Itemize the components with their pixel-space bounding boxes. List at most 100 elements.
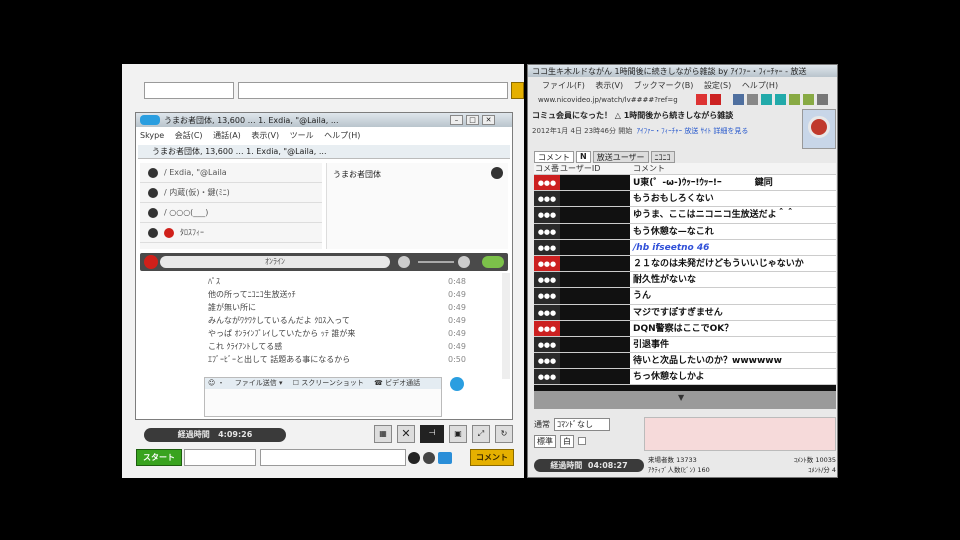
- participant-item[interactable]: / 内蔵(仮)・鍵(ﾐﾆ): [140, 183, 322, 203]
- screenshot-button[interactable]: ☐ スクリーンショット: [293, 378, 364, 388]
- comment-row[interactable]: ●●● ちっ休憩なしかよ: [534, 369, 836, 386]
- tab-comments[interactable]: コメント: [534, 151, 574, 163]
- send-icon[interactable]: [450, 377, 464, 391]
- mic-icon[interactable]: [398, 256, 410, 268]
- top-input-left[interactable]: [144, 82, 234, 99]
- chat-line: ﾊﾟｽ: [208, 277, 220, 286]
- share-icon[interactable]: [761, 94, 772, 105]
- emoticon-button[interactable]: ☺ ・: [208, 378, 225, 388]
- plug-icon[interactable]: ⊣: [420, 425, 444, 443]
- user-icon[interactable]: [408, 451, 420, 464]
- chat-lines: ﾊﾟｽ 他の所ってﾆｺﾆｺ生放送ｩﾁ 誰が無い所に みんながﾜｸﾜｸしているんだ…: [208, 275, 448, 366]
- camera-icon[interactable]: ▣: [449, 425, 467, 443]
- chat-line: 誰が無い所に: [208, 303, 256, 312]
- globe-icon[interactable]: [423, 451, 435, 464]
- broadcaster-link[interactable]: ｱｲﾌｧｰ・ﾌｨｰﾁｬｰ 放送 ｻｲﾄ 詳細を見る: [637, 127, 749, 135]
- record-icon[interactable]: [696, 94, 707, 105]
- window-close-icon[interactable]: ✕: [482, 115, 495, 125]
- menu-help[interactable]: ヘルプ(H): [324, 130, 360, 141]
- option-checkbox[interactable]: [578, 437, 586, 445]
- volume-slider[interactable]: [418, 261, 454, 263]
- close-icon[interactable]: ✕: [397, 425, 415, 443]
- group-icon[interactable]: [803, 94, 814, 105]
- comment-row[interactable]: ●●● DQN警察はここでOK？: [534, 320, 836, 337]
- bottom-input-right[interactable]: [260, 449, 406, 466]
- skype-tab[interactable]: うまお者団体, 13,600 … 1. Exdia, "@Laila, ...: [138, 145, 510, 159]
- video-call-button[interactable]: ☎ ビデオ通話: [374, 378, 420, 388]
- comment-row[interactable]: ●●● もう休憩な—なこれ: [534, 223, 836, 240]
- menu-icon[interactable]: [817, 94, 828, 105]
- menu-file[interactable]: ファイル(F): [542, 80, 585, 91]
- size-select[interactable]: 標準: [534, 434, 556, 448]
- call-status: ｵﾝﾗｲﾝ: [160, 256, 390, 268]
- menu-tools[interactable]: ツール: [290, 130, 314, 141]
- call-bar: ｵﾝﾗｲﾝ: [140, 253, 508, 271]
- tab-n[interactable]: N: [576, 151, 591, 163]
- expand-icon[interactable]: ⤢: [472, 425, 490, 443]
- comment-row[interactable]: ●●● ゆうま、ここはニコニコ生放送だよ＾＾: [534, 207, 836, 224]
- comment-row[interactable]: ●●● マジですぽすぎません: [534, 304, 836, 321]
- comment-button[interactable]: コメント: [470, 449, 514, 466]
- save-icon[interactable]: [733, 94, 744, 105]
- participant-item[interactable]: / ○○○(___): [140, 203, 322, 223]
- menu-call[interactable]: 通話(A): [213, 130, 241, 141]
- comment-row[interactable]: ●●● U東(゜-ω-)ｳｯｰ!ｳｯｰ!ｰ 鍵同: [534, 175, 836, 192]
- comment-row[interactable]: ●●● ２１なのは未発だけどもういいじゃないか: [534, 255, 836, 273]
- scroll-arrow-icon[interactable]: ▼: [678, 393, 684, 402]
- url-field[interactable]: www.nicovideo.jp/watch/lv####?ref=grid: [538, 96, 678, 107]
- maximize-icon[interactable]: □: [466, 115, 479, 125]
- list-icon[interactable]: [747, 94, 758, 105]
- comment-row[interactable]: ●●● もうおもしろくない: [534, 191, 836, 208]
- stop-icon[interactable]: [710, 94, 721, 105]
- stat-visitors: 来場者数 13733: [648, 456, 697, 464]
- bottom-input-left[interactable]: [184, 449, 256, 466]
- message-compose[interactable]: ☺ ・ ファイル送信 ▾ ☐ スクリーンショット ☎ ビデオ通話: [204, 377, 442, 417]
- send-file-button[interactable]: ファイル送信 ▾: [235, 378, 283, 388]
- comment-input[interactable]: [644, 417, 836, 451]
- skype-title: うまお者団体, 13,600 … 1. Exdia, "@Laila, ...: [164, 116, 339, 125]
- stat-active: ｱｸﾃｨﾌﾞ人数(ﾋﾞﾝ) 160: [648, 466, 710, 474]
- group-panel: うまお者団体: [326, 163, 508, 249]
- color-select[interactable]: 白: [560, 434, 574, 448]
- video-icon[interactable]: [458, 256, 470, 268]
- tab-users[interactable]: 放送ユーザー: [592, 151, 649, 163]
- participant-item[interactable]: / Exdia, "@Laila: [140, 163, 322, 183]
- menu-help[interactable]: ヘルプ(H): [742, 80, 778, 91]
- command-select[interactable]: ｺﾏﾝﾄﾞなし: [554, 417, 610, 431]
- menu-view[interactable]: 表示(V): [595, 80, 623, 91]
- comment-row[interactable]: ●●● うん: [534, 288, 836, 305]
- status-icon: [148, 207, 158, 218]
- hangup-icon[interactable]: [144, 255, 158, 269]
- chat-line: これ ｸﾗｲｱﾝﾄしてる感: [208, 342, 283, 351]
- link-icon[interactable]: [775, 94, 786, 105]
- settings-icon[interactable]: ▦: [374, 425, 392, 443]
- menu-conversation[interactable]: 会話(C): [175, 130, 203, 141]
- nico-elapsed-value: 04:08:27: [587, 461, 628, 470]
- comment-row[interactable]: ●●● 耐久性がないな: [534, 272, 836, 289]
- menu-bookmark[interactable]: ブックマーク(B): [634, 80, 694, 91]
- post-controls: 通常 ｺﾏﾝﾄﾞなし 標準 白: [534, 417, 638, 451]
- user-icon[interactable]: [789, 94, 800, 105]
- participant-item[interactable]: ﾀﾛｽﾌｨｰ: [140, 223, 322, 243]
- compose-toolbar: ☺ ・ ファイル送信 ▾ ☐ スクリーンショット ☎ ビデオ通話: [205, 378, 441, 389]
- comment-grid: コメ番 ユーザーID コメント ●●● U東(゜-ω-)ｳｯｰ!ｳｯｰ!ｰ 鍵同 …: [534, 163, 836, 391]
- status-icon: [148, 167, 158, 178]
- refresh-icon[interactable]: ↻: [495, 425, 513, 443]
- grid-header: コメ番 ユーザーID コメント: [534, 163, 836, 175]
- tab-nico[interactable]: ﾆｺﾆｺ: [650, 151, 675, 163]
- comment-row[interactable]: ●●●/hb ifseetno 46: [534, 239, 836, 256]
- group-status-icon[interactable]: [491, 167, 503, 179]
- top-yellow-button[interactable]: [511, 82, 524, 99]
- twitter-icon[interactable]: [438, 451, 452, 464]
- minimize-icon[interactable]: –: [450, 115, 463, 125]
- chat-scrollbar[interactable]: [502, 273, 510, 379]
- grid-scrollbar[interactable]: ▼: [534, 391, 836, 409]
- start-button[interactable]: スタート: [136, 449, 182, 466]
- comment-row[interactable]: ●●● 待いと次品したいのか？wwwwww: [534, 353, 836, 370]
- menu-settings[interactable]: 設定(S): [704, 80, 731, 91]
- top-input-right[interactable]: [238, 82, 508, 99]
- menu-view[interactable]: 表示(V): [251, 130, 279, 141]
- comment-row[interactable]: ●●● 引退事件: [534, 336, 836, 354]
- stats-panel: 来場者数 13733 ｺﾒﾝﾄ数 10035 ｱｸﾃｨﾌﾞ人数(ﾋﾞﾝ) 160…: [648, 455, 836, 477]
- menu-skype[interactable]: Skype: [140, 131, 164, 140]
